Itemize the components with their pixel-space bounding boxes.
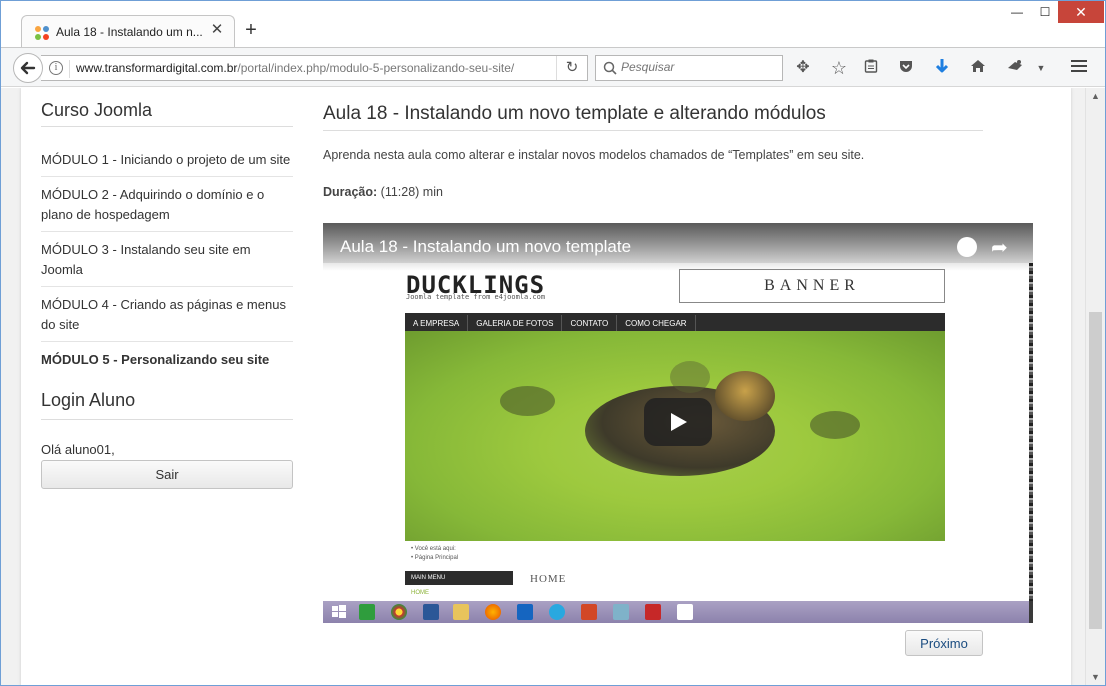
taskbar-app-icon	[359, 604, 375, 620]
search-icon	[603, 61, 617, 75]
addon-icon[interactable]	[1005, 58, 1025, 78]
firefox-icon	[485, 604, 501, 620]
vertical-scrollbar[interactable]: ▲ ▼	[1085, 88, 1105, 685]
play-icon	[671, 413, 687, 431]
play-button[interactable]	[644, 398, 712, 446]
camtasia-icon	[677, 604, 693, 620]
internet-explorer-icon	[549, 604, 565, 620]
minimize-button[interactable]: —	[1002, 1, 1032, 23]
duration-value: (11:28) min	[377, 185, 443, 199]
scroll-up-arrow-icon[interactable]: ▲	[1086, 88, 1105, 105]
download-icon[interactable]	[932, 58, 952, 78]
word-icon	[423, 604, 439, 620]
share-icon[interactable]: ➦	[991, 235, 1008, 260]
site-info-icon[interactable]: i	[49, 61, 63, 75]
video-edge-artifact	[1029, 263, 1033, 601]
video-site-menu: A EMPRESA GALERIA DE FOTOS CONTATO COMO CHE…	[405, 313, 945, 333]
url-domain: www.transformardigital.com.br	[76, 61, 238, 75]
navigation-toolbar: i www.transformardigital.com.br/portal/i…	[1, 47, 1105, 87]
next-button[interactable]: Próximo	[905, 630, 983, 656]
home-icon[interactable]	[968, 58, 988, 78]
user-greeting: Olá aluno01,	[41, 442, 115, 457]
search-input[interactable]	[621, 60, 776, 74]
outlook-icon	[517, 604, 533, 620]
download-arrow-icon	[935, 59, 949, 73]
url-bar[interactable]: i www.transformardigital.com.br/portal/i…	[41, 55, 588, 81]
sidebar-item-modulo-3[interactable]: MÓDULO 3 - Instalando seu site em Joomla	[41, 232, 293, 287]
duckling-small-left	[500, 386, 555, 416]
sidebar-item-modulo-4[interactable]: MÓDULO 4 - Criando as páginas e menus do…	[41, 287, 293, 342]
scroll-thumb[interactable]	[1089, 312, 1102, 629]
folder-icon	[453, 604, 469, 620]
close-tab-icon[interactable]: ✕	[209, 22, 225, 38]
move-icon[interactable]: ✥	[793, 58, 813, 78]
video-title[interactable]: Aula 18 - Instalando um novo template	[340, 237, 631, 257]
acrobat-icon	[645, 604, 661, 620]
logout-button[interactable]: Sair	[41, 460, 293, 489]
video-player[interactable]: DUCKLINGS Joomla template from e4joomla.…	[323, 223, 1033, 623]
menu-lines-icon	[1071, 60, 1087, 72]
page-title: Aula 18 - Instalando um novo template e …	[323, 88, 983, 131]
powerpoint-icon	[581, 604, 597, 620]
back-arrow-icon	[20, 61, 36, 75]
video-site-logo-sub: Joomla template from e4joomla.com	[406, 293, 546, 301]
search-bar[interactable]	[595, 55, 783, 81]
sidebar: Curso Joomla MÓDULO 1 - Iniciando o proj…	[41, 88, 293, 489]
chrome-icon	[391, 604, 407, 620]
duckling-small-right	[810, 411, 860, 439]
back-button[interactable]	[13, 53, 43, 83]
watch-later-clock-icon[interactable]	[957, 237, 977, 257]
joomla-favicon-icon	[35, 26, 49, 40]
pocket-shape-icon	[900, 61, 912, 72]
video-taskbar	[323, 601, 1029, 623]
video-breadcrumbs: • Você está aqui: • Página Principal	[411, 545, 458, 563]
extension-icon	[1008, 60, 1022, 70]
sidebar-item-modulo-2[interactable]: MÓDULO 2 - Adquirindo o domínio e o plan…	[41, 177, 293, 232]
addon-dropdown-chevron-down-icon[interactable]: ▼	[1031, 58, 1051, 78]
duckling-back	[670, 361, 710, 393]
pocket-icon[interactable]	[896, 58, 916, 78]
tab-title: Aula 18 - Instalando um n...	[56, 25, 203, 39]
maximize-button[interactable]: ☐	[1030, 1, 1060, 23]
url-path: /portal/index.php/modulo-5-personalizand…	[237, 61, 515, 75]
reload-icon[interactable]: ↻	[556, 56, 587, 80]
reading-list-icon[interactable]	[861, 58, 881, 78]
lesson-duration: Duração: (11:28) min	[323, 185, 1033, 199]
main-content: Aula 18 - Instalando um novo template e …	[323, 88, 1033, 656]
hamburger-menu-icon[interactable]	[1069, 58, 1089, 78]
browser-window: Aula 18 - Instalando um n... ✕ + — ☐ ✕ i…	[0, 0, 1106, 686]
house-icon	[971, 60, 985, 72]
tab-active[interactable]: Aula 18 - Instalando um n... ✕	[21, 15, 235, 48]
url-text[interactable]: www.transformardigital.com.br/portal/ind…	[76, 61, 514, 75]
bookmark-star-icon[interactable]: ☆	[829, 58, 849, 78]
sidebar-item-modulo-1[interactable]: MÓDULO 1 - Iniciando o projeto de um sit…	[41, 139, 293, 177]
duration-label: Duração:	[323, 185, 378, 199]
clipboard-icon	[864, 59, 878, 73]
video-home-heading: HOME	[530, 573, 567, 585]
sidebar-heading: Curso Joomla	[41, 88, 293, 127]
scroll-down-arrow-icon[interactable]: ▼	[1086, 669, 1105, 685]
module-list: MÓDULO 1 - Iniciando o projeto de um sit…	[41, 139, 293, 376]
url-divider	[69, 60, 70, 78]
sidebar-item-modulo-5[interactable]: MÓDULO 5 - Personalizando seu site	[41, 342, 293, 376]
login-heading: Login Aluno	[41, 382, 293, 420]
video-home-link: HOME	[411, 590, 429, 596]
page-viewport: Curso Joomla MÓDULO 1 - Iniciando o proj…	[1, 88, 1085, 685]
duckling-head	[715, 371, 775, 421]
taskbar-app-icon	[613, 604, 629, 620]
lesson-description: Aprenda nesta aula como alterar e instal…	[323, 148, 865, 162]
video-main-menu: MAIN MENU	[405, 571, 513, 585]
new-tab-button[interactable]: +	[242, 20, 260, 40]
close-window-button[interactable]: ✕	[1058, 1, 1104, 23]
windows-start-icon	[332, 605, 346, 618]
video-site-banner: BANNER	[679, 269, 945, 303]
tab-strip: Aula 18 - Instalando um n... ✕ + — ☐ ✕	[1, 1, 1105, 48]
page-content: Curso Joomla MÓDULO 1 - Iniciando o proj…	[21, 88, 1071, 685]
video-crumb: • Você está aqui:	[411, 546, 456, 552]
video-crumb: • Página Principal	[411, 555, 459, 561]
